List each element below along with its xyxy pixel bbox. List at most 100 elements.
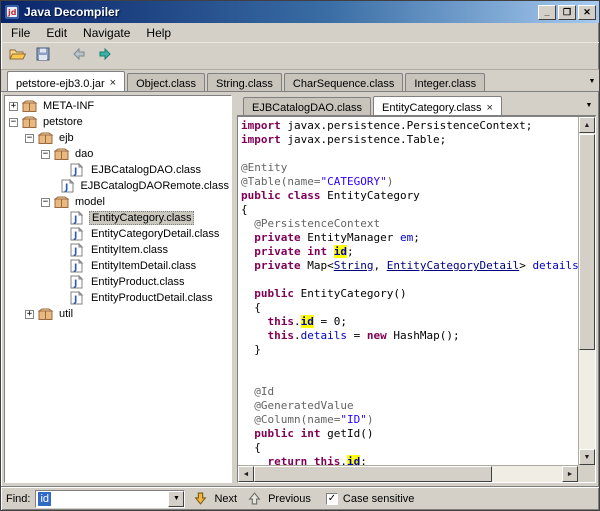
code-token: {	[241, 301, 261, 314]
class-icon: J	[70, 291, 85, 305]
tree-item[interactable]: JEntityItemDetail.class	[5, 258, 231, 274]
title-bar[interactable]: jd Java Decompiler _ ❐ ✕	[1, 1, 599, 23]
code-token: return this	[241, 455, 340, 465]
code-token: public int	[241, 427, 327, 440]
scroll-left-icon[interactable]: ◄	[238, 466, 254, 482]
app-window: jd Java Decompiler _ ❐ ✕ FileEditNavigat…	[0, 0, 600, 511]
back-button[interactable]	[67, 45, 91, 67]
next-button[interactable]: Next	[212, 492, 239, 506]
tab-label: Integer.class	[414, 78, 476, 90]
tree-item[interactable]: −petstore	[5, 114, 231, 130]
maximize-button[interactable]: ❐	[558, 5, 576, 20]
tab-label: EntityCategory.class	[382, 102, 481, 114]
scroll-up-icon[interactable]: ▲	[579, 117, 595, 133]
tree-indent	[9, 314, 25, 315]
code-line: public class EntityCategory	[241, 189, 578, 203]
next-icon[interactable]	[194, 492, 207, 505]
code-token: @Column(name=	[241, 413, 340, 426]
tree-item[interactable]: JEntityProduct.class	[5, 274, 231, 290]
expand-icon[interactable]: +	[25, 310, 34, 319]
code-token: @Id	[241, 385, 274, 398]
tab-label: EJBCatalogDAO.class	[252, 102, 362, 114]
code-tab-overflow-dropdown-icon[interactable]: ▼	[582, 102, 596, 115]
code-token: ,	[373, 259, 386, 272]
tree-item[interactable]: + META-INF	[5, 98, 231, 114]
tree-item[interactable]: +util	[5, 306, 231, 322]
tree-item[interactable]: JEJBCatalogDAO.class	[5, 162, 231, 178]
minimize-button[interactable]: _	[538, 5, 556, 20]
code-token: .	[294, 329, 301, 342]
collapse-icon[interactable]: −	[9, 118, 18, 127]
tree-item[interactable]: − model	[5, 194, 231, 210]
code-content[interactable]: import javax.persistence.PersistenceCont…	[238, 117, 578, 465]
tree-item[interactable]: JEntityCategoryDetail.class	[5, 226, 231, 242]
code-tab[interactable]: EJBCatalogDAO.class	[243, 97, 371, 115]
tree-item-label: EJBCatalogDAORemote.class	[78, 180, 231, 192]
svg-text:J: J	[64, 183, 68, 193]
app-icon: jd	[4, 4, 20, 20]
code-token: = 0;	[314, 315, 347, 328]
scroll-right-icon[interactable]: ►	[562, 466, 578, 482]
package-icon	[38, 131, 53, 145]
save-button[interactable]	[31, 45, 55, 67]
previous-icon[interactable]	[248, 492, 261, 505]
jar-tab[interactable]: Object.class	[127, 73, 205, 91]
horizontal-scrollbar[interactable]: ◄ ►	[238, 465, 578, 482]
jar-tab[interactable]: petstore-ejb3.0.jar×	[7, 71, 125, 91]
tree-indent	[9, 202, 41, 203]
find-input[interactable]: id ▼	[35, 490, 185, 508]
tab-close-icon[interactable]: ×	[487, 104, 493, 113]
vertical-scroll-thumb[interactable]	[579, 134, 595, 350]
tree-item[interactable]: J EntityProductDetail.class	[5, 290, 231, 306]
class-icon: J	[70, 259, 85, 273]
tree-item[interactable]: JEntityCategory.class	[5, 210, 231, 226]
jar-tab-overflow-dropdown-icon[interactable]: ▼	[585, 78, 599, 91]
find-history-dropdown-icon[interactable]: ▼	[168, 491, 184, 507]
tab-close-icon[interactable]: ×	[110, 79, 116, 88]
tree-item-label: META-INF	[41, 100, 96, 112]
jar-tab[interactable]: CharSequence.class	[284, 73, 404, 91]
class-icon: J	[70, 163, 85, 177]
code-line: this.id = 0;	[241, 315, 578, 329]
package-icon	[38, 307, 53, 321]
horizontal-scroll-thumb[interactable]	[254, 466, 492, 482]
code-type-link[interactable]: EntityCategoryDetail	[387, 259, 519, 272]
code-line: @Id	[241, 385, 578, 399]
previous-button[interactable]: Previous	[266, 492, 313, 506]
toggle-spacer	[57, 230, 66, 239]
tree-item[interactable]: J EJBCatalogDAORemote.class	[5, 178, 231, 194]
code-type-link[interactable]: String	[334, 259, 374, 272]
case-sensitive-checkbox[interactable]: ✓	[326, 493, 338, 505]
code-token: "CATEGORY"	[320, 175, 386, 188]
package-icon	[54, 195, 69, 209]
tree-item-label: EntityProduct.class	[89, 276, 187, 288]
jar-tab[interactable]: Integer.class	[405, 73, 485, 91]
tree-item[interactable]: −dao	[5, 146, 231, 162]
collapse-icon[interactable]: −	[25, 134, 34, 143]
code-line: {	[241, 441, 578, 455]
window-controls: _ ❐ ✕	[538, 5, 596, 20]
code-line: private EntityManager em;	[241, 231, 578, 245]
vertical-scrollbar[interactable]: ▲ ▼	[578, 117, 595, 465]
tree-item-label: model	[73, 196, 107, 208]
collapse-icon[interactable]: −	[41, 150, 50, 159]
code-token: public class	[241, 189, 327, 202]
scroll-down-icon[interactable]: ▼	[579, 449, 595, 465]
tree-item-label: EntityProductDetail.class	[89, 292, 215, 304]
open-jar-button[interactable]	[5, 45, 29, 67]
code-tab[interactable]: EntityCategory.class ×	[373, 96, 502, 115]
collapse-icon[interactable]: −	[41, 198, 50, 207]
menu-file[interactable]: File	[3, 24, 38, 42]
forward-button[interactable]	[93, 45, 117, 67]
menu-help[interactable]: Help	[138, 24, 179, 42]
toggle-spacer	[57, 214, 66, 223]
toolbar-separator	[57, 45, 65, 67]
class-icon: J	[70, 243, 85, 257]
tree-item[interactable]: −ejb	[5, 130, 231, 146]
close-button[interactable]: ✕	[578, 5, 596, 20]
jar-tab[interactable]: String.class	[207, 73, 282, 91]
menu-edit[interactable]: Edit	[38, 24, 75, 42]
tree-item[interactable]: JEntityItem.class	[5, 242, 231, 258]
menu-navigate[interactable]: Navigate	[75, 24, 138, 42]
expand-icon[interactable]: +	[9, 102, 18, 111]
